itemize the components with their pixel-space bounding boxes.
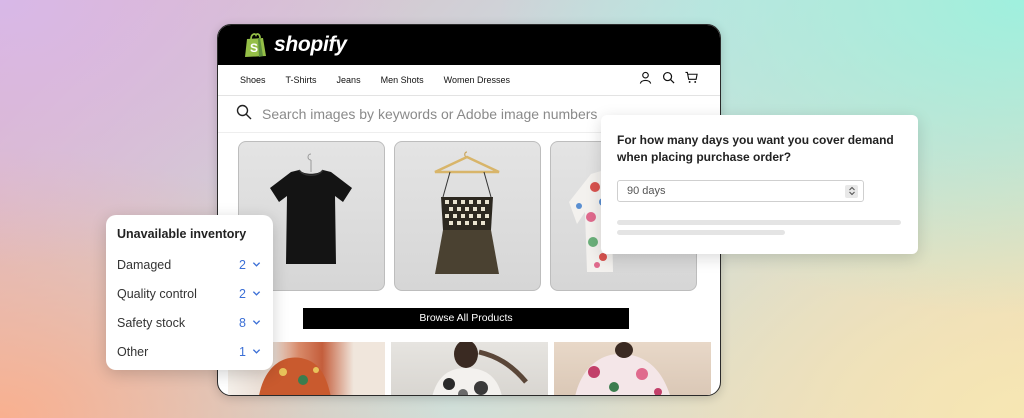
days-select[interactable]: 90 days: [617, 180, 864, 202]
placeholder-line: [617, 220, 901, 225]
chevron-down-icon[interactable]: [252, 258, 261, 272]
inventory-row-safety-stock[interactable]: Safety stock 8: [117, 308, 261, 337]
inventory-row-label: Safety stock: [117, 315, 186, 330]
model-photo-row: [228, 342, 711, 395]
nav-item-tshirts[interactable]: T-Shirts: [286, 75, 317, 85]
inventory-row-quality-control[interactable]: Quality control 2: [117, 279, 261, 308]
model-photo[interactable]: [391, 342, 548, 395]
cart-icon[interactable]: [685, 71, 698, 89]
store-header: S shopify: [218, 25, 720, 65]
inventory-title: Unavailable inventory: [117, 227, 247, 241]
shopify-bag-icon: S: [244, 32, 268, 58]
browse-all-products-button[interactable]: Browse All Products: [303, 308, 629, 329]
inventory-row-label: Damaged: [117, 257, 172, 272]
demand-coverage-card: For how many days you want you cover dem…: [601, 115, 918, 254]
inventory-row-label: Quality control: [117, 286, 197, 301]
chevron-down-icon[interactable]: [252, 345, 261, 359]
inventory-row-count: 8: [239, 315, 246, 330]
chevron-down-icon[interactable]: [252, 316, 261, 330]
inventory-row-damaged[interactable]: Damaged 2: [117, 250, 261, 279]
inventory-row-count: 2: [239, 257, 246, 272]
nav-item-jeans[interactable]: Jeans: [337, 75, 361, 85]
inventory-row-label: Other: [117, 344, 149, 359]
brand-logo-text[interactable]: shopify: [274, 33, 347, 57]
demand-question: For how many days you want you cover dem…: [617, 133, 894, 164]
chevron-down-icon[interactable]: [252, 287, 261, 301]
search-icon[interactable]: [662, 71, 675, 89]
product-card-embroidered-top[interactable]: [394, 141, 541, 291]
search-input[interactable]: [260, 105, 644, 123]
svg-text:S: S: [250, 41, 258, 55]
model-photo[interactable]: [554, 342, 711, 395]
days-select-value: 90 days: [627, 185, 666, 197]
nav-item-men-shots[interactable]: Men Shots: [381, 75, 424, 85]
unavailable-inventory-card: Unavailable inventory Damaged 2 Quality …: [106, 215, 273, 370]
inventory-row-count: 2: [239, 286, 246, 301]
inventory-row-count: 1: [239, 344, 246, 359]
placeholder-line: [617, 230, 785, 235]
search-icon: [236, 104, 260, 125]
nav-item-shoes[interactable]: Shoes: [240, 75, 266, 85]
inventory-row-other[interactable]: Other 1: [117, 337, 261, 366]
nav-item-women-dresses[interactable]: Women Dresses: [444, 75, 510, 85]
category-nav: Shoes T-Shirts Jeans Men Shots Women Dre…: [218, 65, 720, 96]
nav-icons: [639, 71, 698, 89]
user-icon[interactable]: [639, 71, 652, 89]
select-stepper-icon[interactable]: [845, 184, 858, 198]
